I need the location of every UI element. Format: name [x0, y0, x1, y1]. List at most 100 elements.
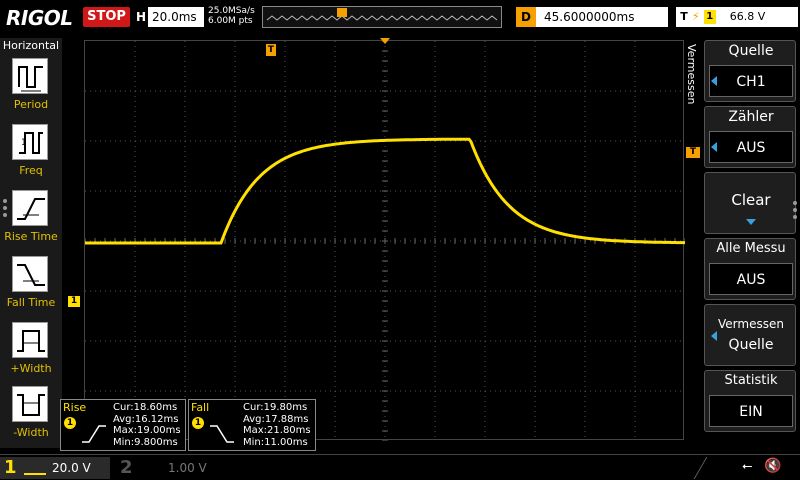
rise-time-icon: [12, 190, 48, 226]
source-label: Quelle: [728, 43, 774, 59]
trigger-readout[interactable]: T ⚡ 1 66.8 V: [676, 7, 798, 27]
counter-softkey[interactable]: Zähler AUS: [704, 106, 796, 168]
negative-width-icon: [12, 386, 48, 422]
counter-value: AUS: [709, 131, 793, 163]
fall-edge-icon: [210, 425, 234, 443]
fall-min: Min:11.00ms: [243, 436, 308, 448]
channel1-ground-marker[interactable]: 1: [68, 296, 80, 307]
fall-title: Fall: [191, 401, 210, 414]
timebase-readout[interactable]: H 20.0ms: [134, 7, 204, 27]
rigol-logo: RIGOL: [6, 6, 73, 30]
panel-title: Horizontal: [2, 39, 60, 52]
clear-softkey[interactable]: Clear: [704, 172, 796, 234]
measure-positive-width-button[interactable]: +Width: [0, 320, 62, 384]
delay-readout[interactable]: D 45.6000000ms: [516, 7, 668, 27]
clear-dropdown-icon: [746, 219, 756, 225]
timebase-label: H: [134, 7, 148, 27]
source-softkey[interactable]: Quelle CH1: [704, 40, 796, 102]
memory-depth: 6.00M pts: [208, 16, 253, 26]
fall-time-label: Fall Time: [6, 296, 56, 309]
graticule: [85, 41, 685, 441]
channel1-number: 1: [4, 457, 17, 478]
top-status-bar: RIGOL STOP H 20.0ms 25.0MSa/s 6.00M pts D…: [0, 0, 800, 36]
channel2-number: 2: [120, 457, 133, 478]
usb-icon: ⭠: [742, 459, 753, 474]
rise-time-label: Rise Time: [4, 230, 58, 243]
svg-text:1: 1: [21, 138, 27, 148]
source-value: CH1: [709, 65, 793, 97]
channel-status-bar: 1 20.0 V 2 1.00 V ⭠ 🔇: [0, 454, 800, 480]
rise-source-badge: 1: [64, 417, 76, 429]
all-measure-softkey[interactable]: Alle Messu AUS: [704, 238, 796, 300]
source-knob-arrow-icon: [711, 76, 717, 86]
statistics-softkey[interactable]: Statistik EIN: [704, 370, 796, 432]
horizontal-measure-panel: Horizontal Period 1 Freq Rise Time Fall …: [0, 38, 62, 448]
delay-label: D: [516, 7, 536, 27]
channel1-tab[interactable]: 1 20.0 V: [0, 457, 110, 479]
run-stop-indicator[interactable]: STOP: [83, 7, 130, 27]
fall-avg: Avg:17.88ms: [243, 413, 309, 425]
positive-width-icon: [12, 322, 48, 358]
trigger-position-marker[interactable]: T: [266, 44, 276, 56]
period-label: Period: [13, 98, 49, 111]
speaker-muted-icon[interactable]: 🔇: [764, 458, 781, 474]
all-measure-label: Alle Messu: [716, 241, 786, 256]
rise-max: Max:19.00ms: [113, 425, 181, 436]
fall-source-badge: 1: [192, 417, 204, 429]
measure-rise-time-button[interactable]: Rise Time: [0, 188, 62, 252]
rise-avg: Avg:16.12ms: [113, 413, 179, 425]
trigger-label: T: [680, 10, 688, 23]
clear-label: Clear: [731, 191, 771, 209]
dc-coupling-icon: [24, 463, 46, 475]
menu-title: Vermessen: [685, 44, 698, 105]
rising-edge-icon: ⚡: [692, 10, 700, 23]
all-measure-value: AUS: [709, 263, 793, 295]
negative-width-label: -Width: [13, 426, 49, 439]
measure-negative-width-button[interactable]: -Width: [0, 384, 62, 448]
measure-menu: Quelle CH1 Zähler AUS Clear Alle Messu A…: [700, 38, 800, 448]
channel2-tab[interactable]: 2 1.00 V: [114, 457, 214, 479]
timebase-value: 20.0ms: [152, 10, 197, 24]
trigger-source-badge: 1: [703, 10, 716, 24]
delay-value: 45.6000000ms: [544, 10, 635, 24]
trigger-level-value: 66.8 V: [729, 10, 766, 23]
measure-frequency-button[interactable]: 1 Freq: [0, 122, 62, 186]
fall-time-icon: [12, 256, 48, 292]
trigger-level-marker[interactable]: T: [686, 147, 700, 158]
memory-waveform-preview: [266, 8, 498, 21]
memory-trigger-marker: [337, 8, 347, 17]
channel2-scale: 1.00 V: [168, 461, 207, 475]
waveform-display[interactable]: [84, 40, 685, 441]
fall-cur: Cur:19.80ms: [243, 402, 308, 413]
fall-stats: Cur:19.80ms Avg:17.88ms Max:21.80ms Min:…: [243, 402, 311, 448]
menu-title-vertical: Vermessen: [685, 44, 700, 124]
sample-info: 25.0MSa/s 6.00M pts: [208, 6, 255, 26]
statistics-label: Statistik: [724, 373, 778, 388]
memory-overview-window[interactable]: [262, 6, 502, 28]
measure-source-line2: Quelle: [728, 337, 774, 353]
center-position-arrow: [380, 38, 390, 44]
fall-measurement-box: Fall 1 Cur:19.80ms Avg:17.88ms Max:21.80…: [188, 399, 316, 451]
measure-source-knob-arrow-icon: [711, 331, 717, 341]
rise-measurement-box: Rise 1 Cur:18.60ms Avg:16.12ms Max:19.00…: [60, 399, 186, 451]
measure-fall-time-button[interactable]: Fall Time: [0, 254, 62, 318]
right-scroll-indicator: [793, 198, 799, 222]
period-icon: [12, 58, 48, 94]
channel1-scale: 20.0 V: [52, 461, 91, 475]
rise-stats: Cur:18.60ms Avg:16.12ms Max:19.00ms Min:…: [113, 402, 181, 448]
measure-period-button[interactable]: Period: [0, 56, 62, 120]
measure-source-softkey[interactable]: Vermessen Quelle: [704, 304, 796, 366]
rise-edge-icon: [82, 425, 106, 443]
left-scroll-indicator: [3, 196, 9, 220]
sample-rate: 25.0MSa/s: [208, 6, 255, 16]
measure-source-line1: Vermessen: [718, 317, 784, 331]
frequency-icon: 1: [12, 124, 48, 160]
counter-knob-arrow-icon: [711, 142, 717, 152]
rise-title: Rise: [63, 401, 87, 414]
rise-min: Min:9.800ms: [113, 436, 178, 448]
positive-width-label: +Width: [10, 362, 52, 375]
fall-max: Max:21.80ms: [243, 425, 311, 436]
rise-cur: Cur:18.60ms: [113, 402, 178, 413]
statistics-value: EIN: [709, 395, 793, 427]
counter-label: Zähler: [728, 109, 774, 125]
